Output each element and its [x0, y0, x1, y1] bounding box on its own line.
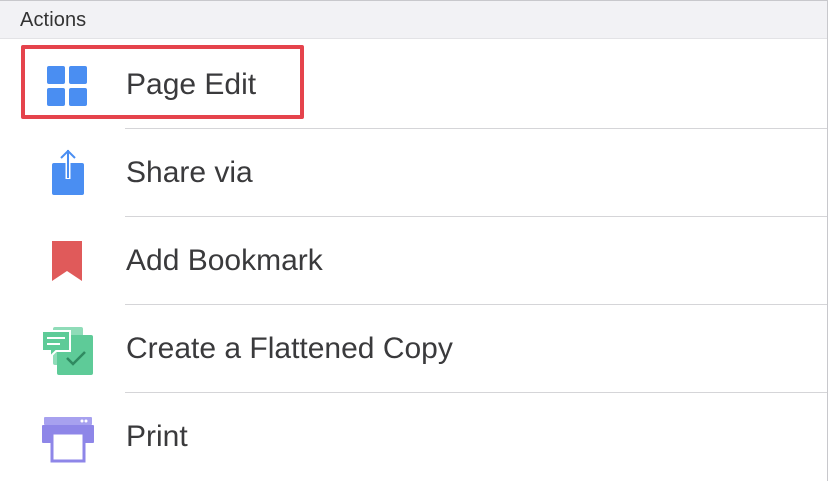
section-header: Actions — [0, 1, 827, 39]
action-page-edit[interactable]: Page Edit — [0, 41, 827, 129]
action-add-bookmark[interactable]: Add Bookmark — [0, 217, 827, 305]
action-label: Print — [126, 420, 188, 453]
action-label: Add Bookmark — [126, 244, 323, 277]
action-label: Create a Flattened Copy — [126, 332, 453, 365]
share-icon — [36, 141, 100, 205]
action-label: Share via — [126, 156, 253, 189]
action-label: Page Edit — [126, 68, 257, 101]
printer-icon — [36, 405, 100, 469]
actions-panel: Actions Page Edit Share via Add Bookmark… — [0, 0, 828, 481]
grid-icon — [36, 53, 100, 117]
action-share-via[interactable]: Share via — [0, 129, 827, 217]
bookmark-icon — [36, 229, 100, 293]
action-create-flattened-copy[interactable]: Create a Flattened Copy — [0, 305, 827, 393]
flatten-copy-icon — [36, 317, 100, 381]
section-title: Actions — [20, 9, 87, 31]
action-print[interactable]: Print — [0, 393, 827, 481]
